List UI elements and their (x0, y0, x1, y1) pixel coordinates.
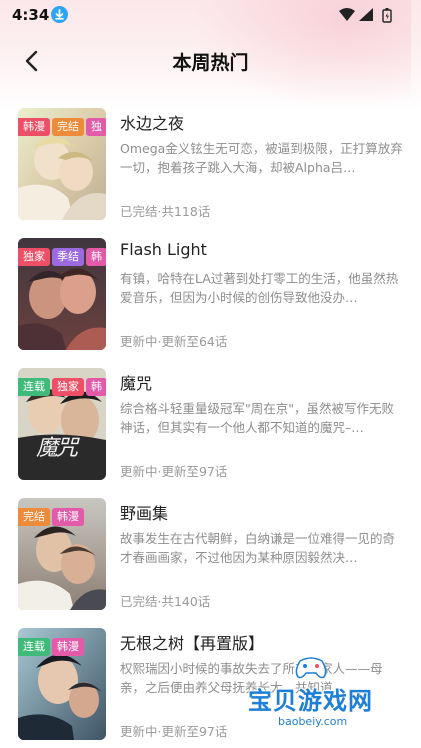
comic-title: 野画集 (120, 504, 169, 523)
comic-status: 更新中·更新至97话 (120, 724, 228, 739)
comic-description: 综合格斗轻重量级冠军"周在京"，虽然被写作无败神话，但其实有一个他人都不知道的魔… (120, 401, 394, 435)
cover-image: 独家 季结韩 (18, 238, 106, 350)
battery-icon (382, 8, 392, 23)
tag: 连载 (18, 638, 50, 656)
cover-tags: 连载 独家韩 (18, 378, 106, 396)
comic-title: Flash Light (120, 240, 207, 259)
comic-title: 魔咒 (120, 374, 153, 393)
tag: 韩 (86, 248, 106, 266)
tag: 独 (86, 118, 106, 136)
cover-tags: 独家 季结韩 (18, 248, 106, 266)
comic-status: 更新中·更新至64话 (120, 334, 228, 349)
status-time: 4:34 (12, 6, 50, 24)
tag: 独家 (18, 248, 50, 266)
status-bar: 4:34 (0, 0, 421, 30)
cover-tags: 韩漫 完结独 (18, 118, 106, 136)
cover-tags: 完结 韩漫 (18, 508, 106, 526)
cover-image: 魔咒 连载 独家韩 (18, 368, 106, 480)
list-item[interactable]: 魔咒 连载 独家韩 魔咒 综合格斗轻重量级冠军"周在京"，虽然被写作无败神话，但其… (0, 368, 421, 498)
comic-title: 水边之夜 (120, 114, 185, 133)
list-item[interactable]: 韩漫 完结独 水边之夜 Omega金义铉生无可恋，被逼到极限，正打算放弃一切，抱着… (0, 108, 421, 238)
tag: 连载 (18, 378, 50, 396)
status-icons (339, 7, 395, 23)
tag: 季结 (52, 248, 84, 266)
cover-image: 韩漫 完结独 (18, 108, 106, 220)
page-title: 本周热门 (172, 52, 249, 74)
cover-caption: 魔咒 (36, 436, 78, 461)
tag: 韩漫 (52, 508, 84, 526)
comic-status: 已完结·共140话 (120, 594, 211, 609)
signal-icon (359, 8, 373, 21)
tag: 完结 (52, 118, 84, 136)
comic-status: 更新中·更新至97话 (120, 464, 228, 479)
top-nav: 本周热门 (0, 38, 421, 84)
tag: 独家 (52, 378, 84, 396)
wifi-icon (339, 8, 355, 21)
tag: 韩漫 (52, 638, 84, 656)
comic-description: Omega金义铉生无可恋，被逼到极限，正打算放弃一切，抱着孩子跳入大海，却被Al… (120, 141, 403, 175)
download-icon (51, 6, 68, 23)
watermark-text: 宝贝游戏网 (248, 687, 373, 715)
list-item[interactable]: 独家 季结韩 Flash Light 有镇，哈特在LA过著到处打零工的生活，他虽然… (0, 238, 421, 368)
list-item[interactable]: 完结 韩漫 野画集 故事发生在古代朝鲜，白纳谦是一位难得一见的奇才春画画家，不过他… (0, 498, 421, 628)
watermark-logo: 宝贝游戏网 baobeiy.com (222, 655, 402, 737)
cover-tags: 连载 韩漫 (18, 638, 106, 656)
comic-description: 故事发生在古代朝鲜，白纳谦是一位难得一见的奇才春画画家，不过他因为某种原因毅然决… (120, 531, 396, 565)
comic-title: 无根之树【再置版】 (120, 634, 265, 653)
tag: 韩漫 (18, 118, 50, 136)
tag: 韩 (86, 378, 106, 396)
watermark-url: baobeiy.com (278, 715, 348, 728)
cover-image: 完结 韩漫 (18, 498, 106, 610)
cover-image: 连载 韩漫 (18, 628, 106, 740)
comic-description: 有镇，哈特在LA过著到处打零工的生活，他虽然热爱音乐，但因为小时候的创伤导致他没… (120, 271, 399, 305)
tag: 完结 (18, 508, 50, 526)
gamepad-icon (294, 655, 328, 681)
comic-status: 已完结·共118话 (120, 204, 211, 219)
comic-list: 韩漫 完结独 水边之夜 Omega金义铉生无可恋，被逼到极限，正打算放弃一切，抱着… (0, 108, 421, 748)
